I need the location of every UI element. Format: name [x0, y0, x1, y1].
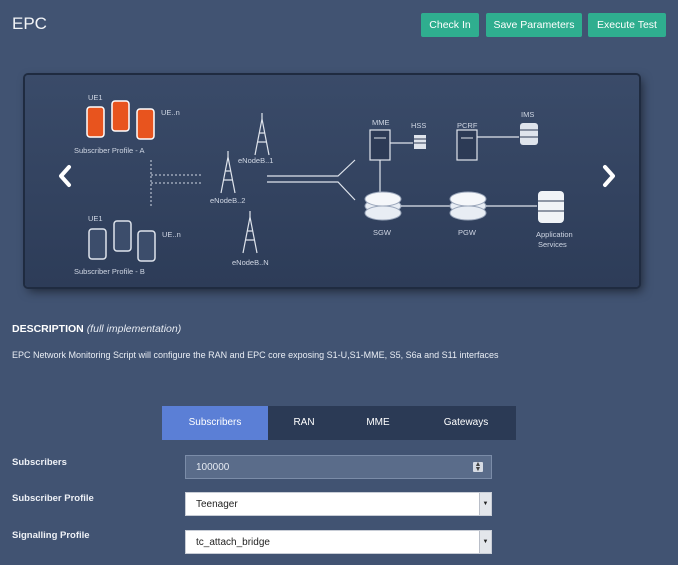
gateway-icons — [364, 191, 564, 223]
phone-icon — [86, 106, 105, 138]
ims-label: IMS — [521, 110, 534, 119]
hss-label: HSS — [411, 121, 426, 130]
server-icons — [369, 123, 538, 161]
pgw-label: PGW — [458, 228, 477, 237]
description-text: EPC Network Monitoring Script will confi… — [12, 350, 499, 360]
tower-icon — [254, 113, 270, 156]
phone-icon — [88, 228, 107, 260]
ims-database-icon — [520, 123, 538, 145]
phone-icon — [136, 108, 155, 140]
tower-icons — [220, 113, 270, 254]
application-services-database-icon — [538, 191, 564, 223]
ue-link-lines — [150, 160, 203, 208]
ue-group-top: UE1 UE..n Subscriber Profile - A — [74, 93, 180, 155]
chevron-right-icon[interactable] — [603, 165, 615, 187]
ue-bottom-label: UE1 — [88, 214, 103, 223]
subscribers-input[interactable]: 100000 ▲ ▼ — [185, 455, 492, 479]
s1-links — [267, 159, 356, 201]
pcrf-label: PCRF — [457, 121, 478, 130]
ue-bottom-n-label: UE..n — [162, 230, 181, 239]
hss-database-icon — [414, 135, 426, 149]
mme-label: MME — [372, 118, 390, 127]
ue-top-label: UE1 — [88, 93, 103, 102]
tab-subscribers[interactable]: Subscribers — [162, 406, 268, 440]
phone-icon — [111, 100, 130, 132]
pgw-icon — [449, 191, 487, 221]
tab-mme[interactable]: MME — [340, 406, 416, 440]
chevron-left-icon[interactable] — [59, 165, 71, 187]
sgw-icon — [364, 191, 402, 221]
phone-icon — [113, 220, 132, 252]
ue-top-n-label: UE..n — [161, 108, 180, 117]
profile-a-label: Subscriber Profile - A — [74, 146, 144, 155]
save-parameters-button[interactable]: Save Parameters — [486, 13, 582, 37]
stepper-icon[interactable]: ▲ ▼ — [473, 461, 483, 473]
subscribers-value: 100000 — [196, 462, 230, 473]
subscribers-label: Subscribers — [12, 457, 67, 468]
enodeb-2-label: eNodeB..2 — [210, 196, 245, 205]
signalling-profile-label: Signalling Profile — [12, 530, 90, 541]
signalling-profile-select[interactable]: tc_attach_bridge ▼ — [185, 530, 492, 554]
description-heading: DESCRIPTION (full implementation) — [12, 323, 181, 335]
subscriber-profile-value: Teenager — [196, 499, 238, 510]
description-subtitle: (full implementation) — [86, 323, 182, 335]
chevron-down-icon[interactable]: ▼ — [479, 493, 491, 515]
app-services-label-2: Services — [538, 240, 567, 249]
network-diagram-carousel: UE1 UE..n Subscriber Profile - A UE1 UE.… — [25, 75, 639, 287]
mme-server-icon — [369, 129, 391, 161]
app-services-label-1: Application — [536, 230, 573, 239]
description-title: DESCRIPTION — [12, 323, 84, 335]
chevron-down-icon[interactable]: ▼ — [479, 531, 491, 553]
enodeb-n-label: eNodeB..N — [232, 258, 269, 267]
sgw-label: SGW — [373, 228, 392, 237]
subscriber-profile-label: Subscriber Profile — [12, 493, 94, 504]
tower-icon — [220, 151, 236, 194]
ue-group-bottom: UE1 UE..n Subscriber Profile - B — [74, 214, 181, 276]
signalling-profile-value: tc_attach_bridge — [196, 537, 270, 548]
config-tabs: Subscribers RAN MME Gateways — [162, 406, 516, 440]
subscriber-profile-select[interactable]: Teenager ▼ — [185, 492, 492, 516]
tower-icon — [242, 211, 258, 254]
enodeb-1-label: eNodeB..1 — [238, 156, 273, 165]
tab-ran[interactable]: RAN — [268, 406, 340, 440]
page-title: EPC — [12, 14, 47, 33]
profile-b-label: Subscriber Profile - B — [74, 267, 145, 276]
pcrf-server-icon — [456, 129, 478, 161]
tab-gateways[interactable]: Gateways — [416, 406, 516, 440]
check-in-button[interactable]: Check In — [421, 13, 479, 37]
execute-test-button[interactable]: Execute Test — [588, 13, 666, 37]
phone-icon — [137, 230, 156, 262]
